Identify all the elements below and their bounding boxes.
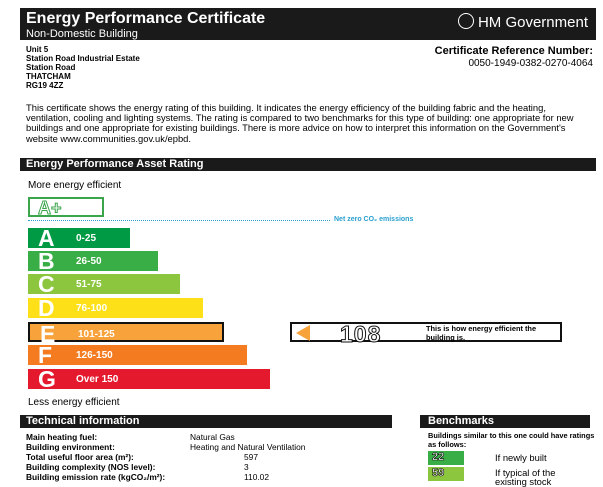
band-range: 26-50 — [76, 256, 102, 267]
band-letter: C — [38, 271, 55, 297]
page-subtitle: Non-Domestic Building — [26, 28, 138, 40]
page-title: Energy Performance Certificate — [26, 10, 266, 27]
band-range: 126-150 — [76, 350, 113, 361]
address-line-1: Unit 5 — [26, 45, 49, 54]
band-g: G Over 150 — [28, 366, 270, 392]
band-c: C 51-75 — [28, 271, 180, 297]
band-range: Over 150 — [76, 374, 119, 385]
intro-paragraph: This certificate shows the energy rating… — [26, 102, 574, 144]
certificate-reference-number: 0050-1949-0382-0270-4064 — [468, 58, 593, 69]
technical-info-header: Technical information — [20, 415, 392, 428]
tech-value: 597 — [244, 452, 258, 462]
tech-value: 3 — [244, 462, 249, 472]
band-d: D 76-100 — [28, 295, 203, 321]
benchmark-existing-stock-value: 59 — [428, 467, 464, 481]
address-line-3: Station Road — [26, 63, 76, 72]
tech-value: Heating and Natural Ventilation — [190, 442, 306, 452]
benchmark-new-build-label: If newly built — [495, 452, 547, 463]
tech-label: Main heating fuel: — [26, 432, 98, 442]
band-letter: G — [38, 366, 56, 392]
more-efficient-label: More energy efficient — [28, 180, 122, 191]
band-b: B 26-50 — [28, 248, 158, 274]
technical-info-title: Technical information — [26, 415, 140, 427]
benchmarks-note: Buildings similar to this one could have… — [428, 431, 595, 449]
band-range: 101-125 — [78, 329, 115, 340]
address-line-2: Station Road Industrial Estate — [26, 54, 140, 63]
benchmarks-header: Benchmarks — [420, 415, 590, 428]
benchmarks-title: Benchmarks — [428, 415, 495, 427]
rating-value: 108 — [339, 321, 382, 348]
rating-description: This is how energy efficient the buildin… — [426, 324, 537, 342]
hm-government-logo: HM Government — [457, 13, 588, 31]
address-postcode: RG19 4ZZ — [26, 81, 64, 90]
benchmark-existing-stock-label: If typical of the existing stock — [495, 467, 556, 487]
tech-value: Natural Gas — [190, 432, 235, 442]
asset-rating-title: Energy Performance Asset Rating — [26, 158, 204, 170]
band-range: 0-25 — [76, 233, 97, 244]
certificate-reference-label: Certificate Reference Number: — [434, 45, 593, 57]
rating-pointer: 108 This is how energy efficient the bui… — [290, 321, 562, 348]
band-range: 76-100 — [76, 303, 108, 314]
band-f: F 126-150 — [28, 342, 247, 368]
benchmark-new-build-value: 22 — [428, 451, 464, 465]
tech-label: Building environment: — [26, 442, 115, 452]
net-zero-line — [28, 220, 330, 221]
band-letter: F — [38, 342, 53, 368]
tech-value: 110.02 — [244, 472, 269, 482]
band-letter: D — [38, 295, 55, 321]
band-letter: B — [38, 248, 55, 274]
tech-label: Total useful floor area (m²): — [26, 452, 134, 462]
address-line-4: THATCHAM — [26, 72, 71, 81]
tech-label: Building emission rate (kgCO₂/m²): — [26, 472, 166, 482]
band-range: 51-75 — [76, 279, 102, 290]
band-a: A 0-25 — [28, 225, 130, 251]
less-efficient-label: Less energy efficient — [28, 397, 120, 408]
band-e: E 101-125 — [28, 322, 224, 346]
tech-label: Building complexity (NOS level): — [26, 462, 156, 472]
asset-rating-header: Energy Performance Asset Rating — [20, 158, 596, 171]
net-zero-label: Net zero CO₂ emissions — [334, 216, 414, 223]
band-letter: A — [38, 225, 55, 251]
a-plus-band: A+ — [28, 197, 104, 218]
crest-icon — [457, 13, 474, 29]
pointer-arrow-icon — [296, 325, 310, 341]
certificate-header: Energy Performance Certificate Non-Domes… — [20, 8, 596, 40]
